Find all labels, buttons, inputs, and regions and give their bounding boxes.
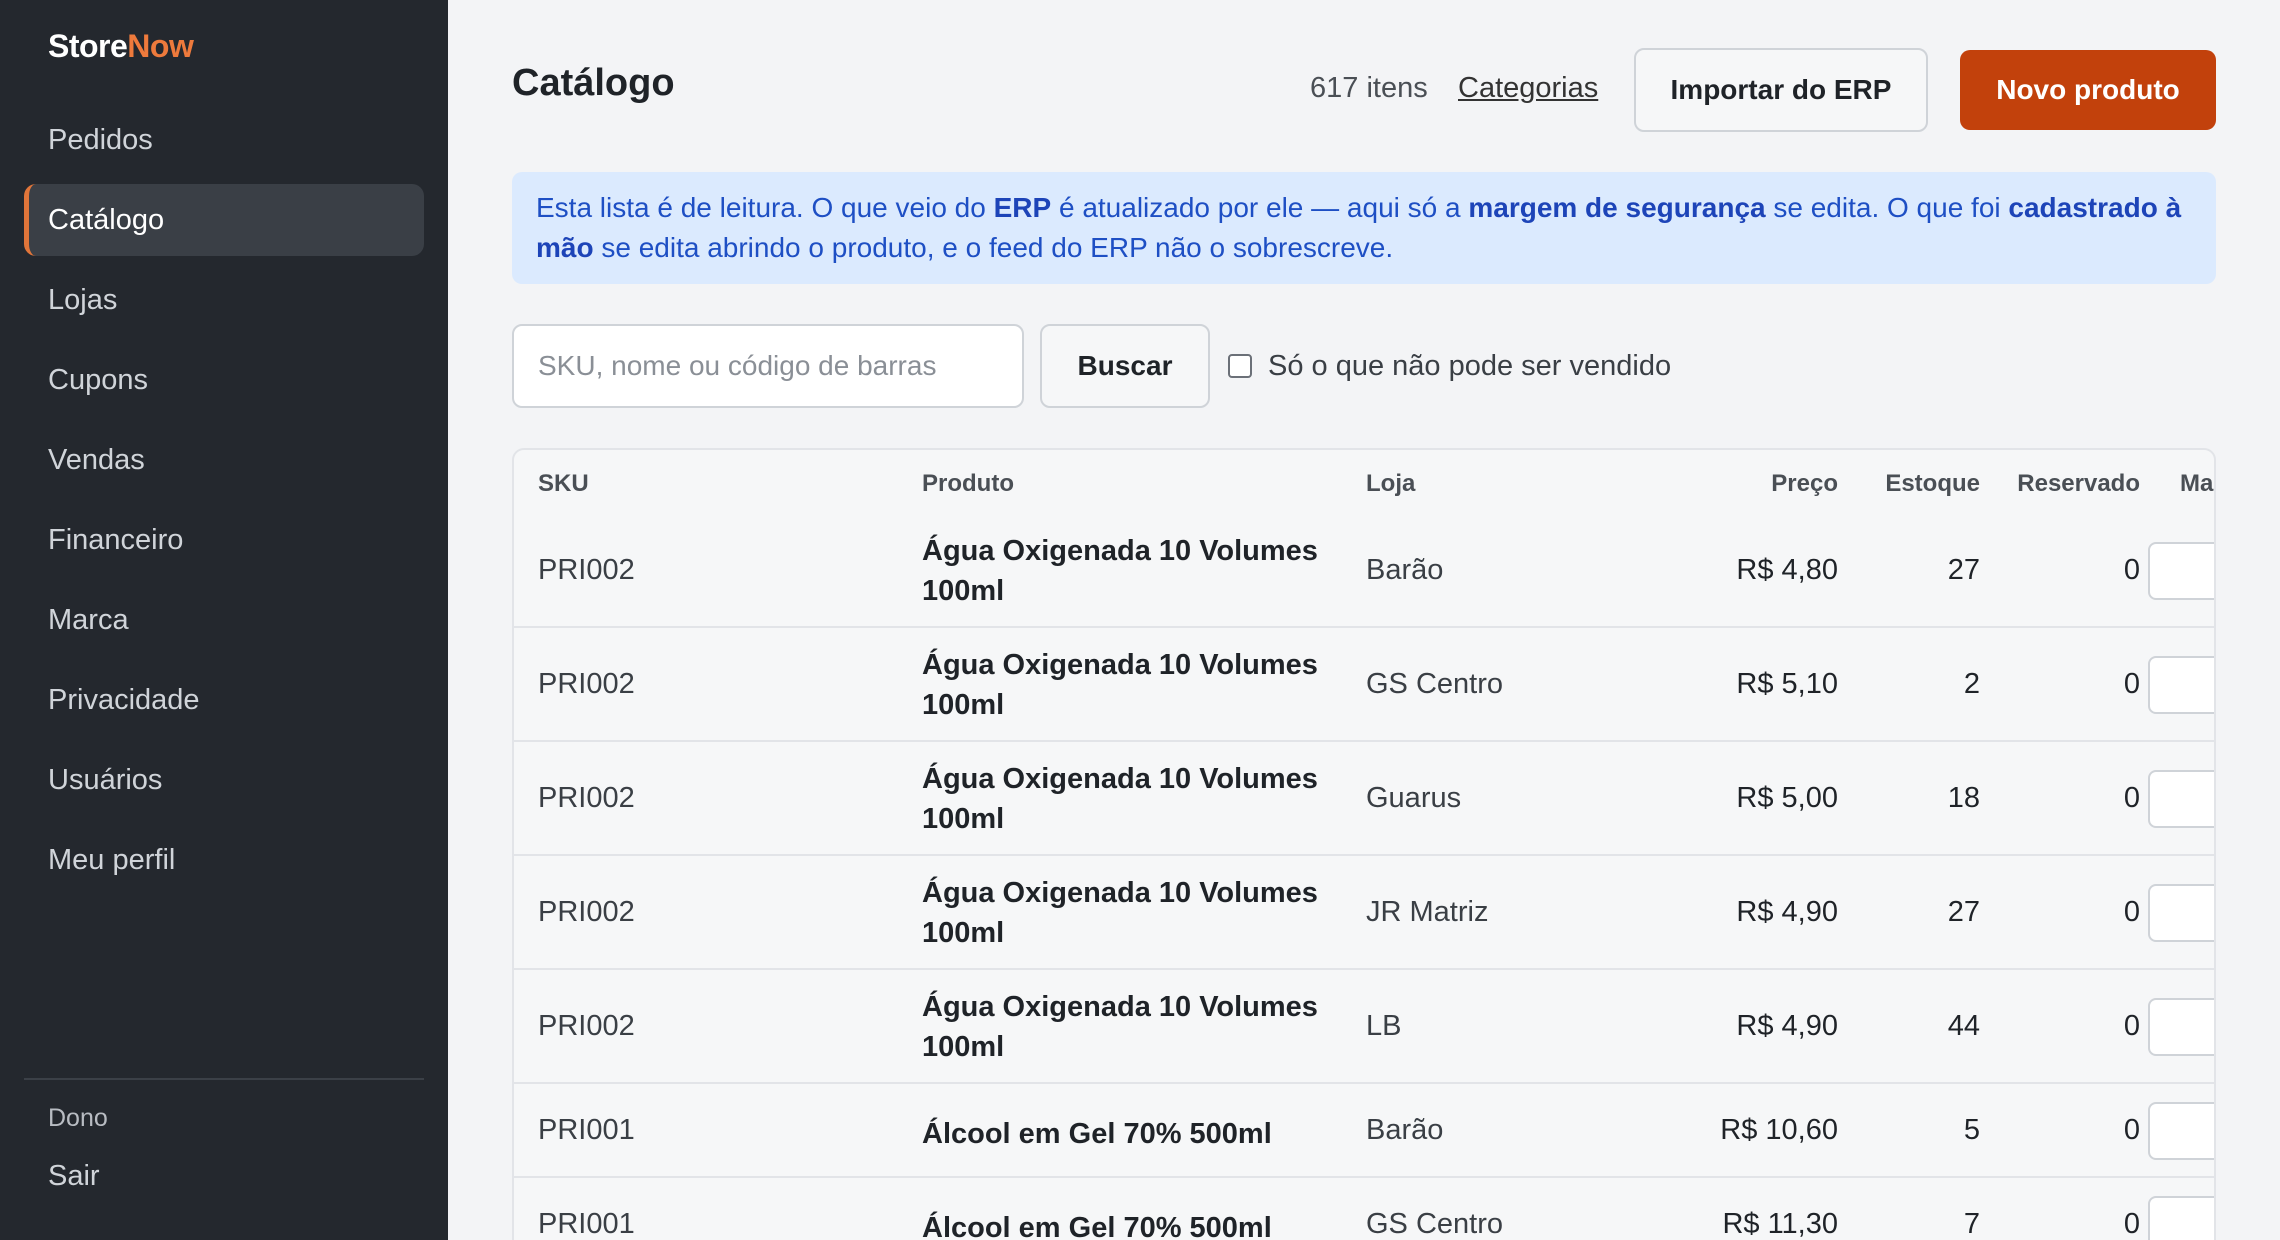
- margin-input[interactable]: [2148, 770, 2214, 828]
- sidebar-item-catalogo[interactable]: Catálogo: [24, 184, 424, 256]
- cell-sku: PRI002: [538, 1010, 635, 1042]
- header-margem[interactable]: Ma: [2180, 470, 2213, 498]
- margin-input[interactable]: [2148, 542, 2214, 600]
- cell-reservado: 0: [2123, 1208, 2140, 1240]
- cell-preco: R$ 10,60: [1720, 1114, 1838, 1146]
- cell-produto: Álcool em Gel 70% 500ml: [922, 1212, 1272, 1240]
- search-input[interactable]: [512, 324, 1024, 408]
- cell-sku: PRI002: [538, 896, 635, 928]
- margin-input[interactable]: [2148, 1102, 2214, 1160]
- unsellable-filter-checkbox[interactable]: [1228, 354, 1252, 378]
- cell-preco: R$ 5,10: [1736, 668, 1838, 700]
- table-row[interactable]: PRI001 Álcool em Gel 70% 500ml GS Centro R$…: [514, 1178, 2214, 1240]
- cell-sku: PRI001: [538, 1208, 635, 1240]
- cell-estoque: 18: [1947, 782, 1980, 814]
- cell-loja: Barão: [1366, 554, 1444, 586]
- cell-produto: Álcool em Gel 70% 500ml: [922, 1118, 1272, 1150]
- cell-estoque: 27: [1947, 896, 1980, 928]
- cell-loja: GS Centro: [1366, 668, 1503, 700]
- brand-now: Now: [127, 28, 194, 64]
- search-button[interactable]: Buscar: [1040, 324, 1210, 408]
- cell-preco: R$ 4,90: [1736, 896, 1838, 928]
- page-title: Catálogo: [512, 62, 675, 104]
- margin-input[interactable]: [2148, 884, 2214, 942]
- cell-estoque: 27: [1947, 554, 1980, 586]
- new-product-button[interactable]: Novo produto: [1960, 50, 2216, 130]
- brand-logo[interactable]: StoreNow: [48, 28, 194, 65]
- header-preco[interactable]: Preço: [1718, 470, 1838, 498]
- table-row[interactable]: PRI002 Água Oxigenada 10 Volumes 100ml LB R…: [514, 970, 2214, 1084]
- sidebar-item-lojas[interactable]: Lojas: [24, 264, 424, 336]
- sidebar-item-meu-perfil[interactable]: Meu perfil: [24, 824, 424, 896]
- info-text-2: é atualizado por ele — aqui só a: [1051, 192, 1469, 223]
- cell-preco: R$ 11,30: [1722, 1208, 1838, 1240]
- cell-produto: Água Oxigenada 10 Volumes 100ml: [922, 535, 1318, 607]
- logout-link[interactable]: Sair: [48, 1160, 100, 1193]
- sidebar-item-financeiro[interactable]: Financeiro: [24, 504, 424, 576]
- cell-preco: R$ 4,80: [1736, 554, 1838, 586]
- cell-loja: JR Matriz: [1366, 896, 1489, 928]
- cell-preco: R$ 5,00: [1736, 782, 1838, 814]
- table-row[interactable]: PRI001 Álcool em Gel 70% 500ml Barão R$ 10,…: [514, 1084, 2214, 1178]
- cell-reservado: 0: [2123, 668, 2140, 700]
- info-banner: Esta lista é de leitura. O que veio do E…: [512, 172, 2216, 284]
- margin-input[interactable]: [2148, 1196, 2214, 1240]
- table-row[interactable]: PRI002 Água Oxigenada 10 Volumes 100ml Gua…: [514, 742, 2214, 856]
- cell-reservado: 0: [2123, 1010, 2140, 1042]
- table-row[interactable]: PRI002 Água Oxigenada 10 Volumes 100ml GS …: [514, 628, 2214, 742]
- sidebar-divider: [24, 1078, 424, 1080]
- cell-reservado: 0: [2123, 782, 2140, 814]
- table-row[interactable]: PRI002 Água Oxigenada 10 Volumes 100ml JR …: [514, 856, 2214, 970]
- cell-reservado: 0: [2123, 1114, 2140, 1146]
- cell-loja: LB: [1366, 1010, 1402, 1042]
- info-bold-margem: margem de segurança: [1468, 192, 1766, 223]
- cell-produto: Água Oxigenada 10 Volumes 100ml: [922, 649, 1318, 721]
- catalog-table: SKU Produto Loja Preço Estoque Reservado…: [512, 448, 2216, 1240]
- cell-sku: PRI002: [538, 668, 635, 700]
- brand-store: Store: [48, 28, 128, 64]
- user-role: Dono: [48, 1104, 108, 1132]
- sidebar-item-privacidade[interactable]: Privacidade: [24, 664, 424, 736]
- item-count: 617 itens: [1310, 72, 1428, 104]
- sidebar: StoreNow Pedidos Catálogo Lojas Cupons V…: [0, 0, 448, 1240]
- sidebar-item-pedidos[interactable]: Pedidos: [24, 104, 424, 176]
- cell-reservado: 0: [2123, 896, 2140, 928]
- import-erp-button[interactable]: Importar do ERP: [1634, 48, 1928, 132]
- sidebar-item-marca[interactable]: Marca: [24, 584, 424, 656]
- cell-estoque: 7: [1963, 1208, 1980, 1240]
- header-loja[interactable]: Loja: [1366, 470, 1415, 498]
- header-sku[interactable]: SKU: [538, 470, 589, 498]
- cell-preco: R$ 4,90: [1736, 1010, 1838, 1042]
- cell-produto: Água Oxigenada 10 Volumes 100ml: [922, 877, 1318, 949]
- cell-sku: PRI002: [538, 554, 635, 586]
- header-produto[interactable]: Produto: [922, 470, 1014, 498]
- info-text-3: se edita. O que foi: [1765, 192, 2009, 223]
- cell-estoque: 5: [1963, 1114, 1980, 1146]
- sidebar-item-cupons[interactable]: Cupons: [24, 344, 424, 416]
- cell-produto: Água Oxigenada 10 Volumes 100ml: [922, 763, 1318, 835]
- cell-loja: Guarus: [1366, 782, 1462, 814]
- info-text-4: se edita abrindo o produto, e o feed do …: [593, 232, 1394, 263]
- cell-sku: PRI002: [538, 782, 635, 814]
- header-reservado[interactable]: Reservado: [1974, 470, 2140, 498]
- unsellable-filter-label[interactable]: Só o que não pode ser vendido: [1268, 350, 1671, 383]
- sidebar-item-vendas[interactable]: Vendas: [24, 424, 424, 496]
- sidebar-nav: Pedidos Catálogo Lojas Cupons Vendas Fin…: [24, 104, 424, 904]
- margin-input[interactable]: [2148, 656, 2214, 714]
- cell-estoque: 2: [1963, 668, 1980, 700]
- cell-estoque: 44: [1947, 1010, 1980, 1042]
- margin-input[interactable]: [2148, 998, 2214, 1056]
- cell-sku: PRI001: [538, 1114, 635, 1146]
- table-row[interactable]: PRI002 Água Oxigenada 10 Volumes 100ml Bar…: [514, 514, 2214, 628]
- sidebar-item-usuarios[interactable]: Usuários: [24, 744, 424, 816]
- cell-loja: GS Centro: [1366, 1208, 1503, 1240]
- cell-produto: Água Oxigenada 10 Volumes 100ml: [922, 991, 1318, 1063]
- cell-reservado: 0: [2123, 554, 2140, 586]
- info-text-1: Esta lista é de leitura. O que veio do: [536, 192, 994, 223]
- header-estoque[interactable]: Estoque: [1836, 470, 1980, 498]
- cell-loja: Barão: [1366, 1114, 1444, 1146]
- categories-link[interactable]: Categorias: [1458, 72, 1598, 105]
- info-bold-erp: ERP: [993, 192, 1052, 223]
